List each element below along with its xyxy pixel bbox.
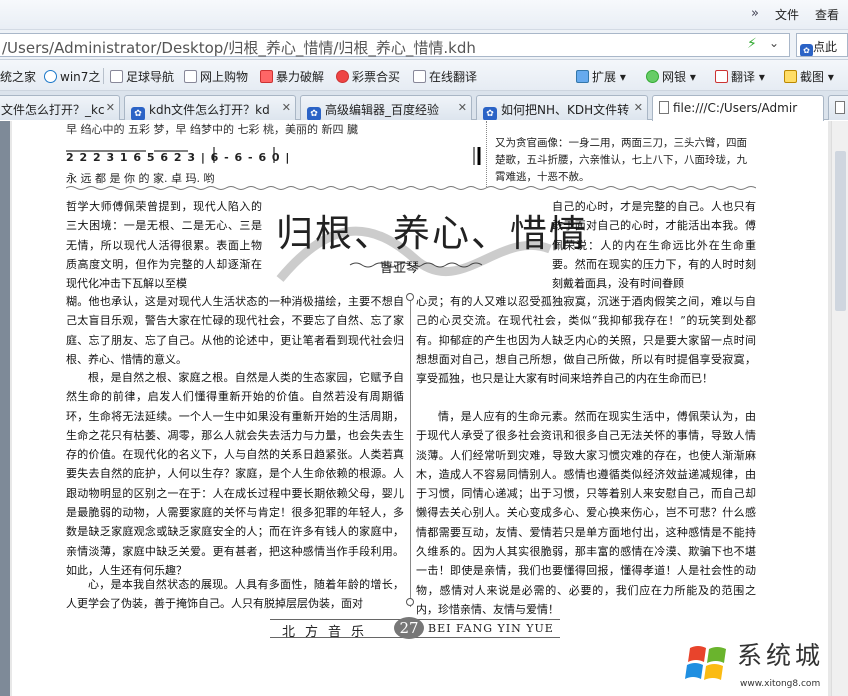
bookmark-label: 统之家 [0, 70, 37, 84]
baidu-paw-icon: ✿ [131, 107, 145, 120]
tab[interactable]: 文件怎么打开？_kc ✕ [0, 95, 120, 120]
toolbar-label: 截图 [800, 70, 825, 84]
tab[interactable]: ✿ kdh文件怎么打开？kd ✕ [124, 95, 296, 120]
title-menu-bar: » 文件 查看 [0, 0, 848, 30]
page-icon [413, 70, 426, 83]
article-left-paragraph: 根，是自然之根、家庭之根。自然是人类的生态家园，它赋予自然生命的前律，启发人们懂… [66, 371, 404, 577]
search-box[interactable]: ✿ 点此 [796, 33, 848, 57]
sidebar-quote: 又为贪官画像：一身二用，两面三刀，三头六臂，四面楚歌，五斗折腰，六亲惟认，七上八… [486, 121, 756, 187]
bank-button[interactable]: 网银 ▾ [646, 68, 696, 85]
scissors-icon [784, 70, 797, 83]
menu-view[interactable]: 查看 [815, 6, 839, 23]
article-right-top: 自己的心时，才是完整的自己。人也只有敢于面对自己的心时，才能活出本我。傅佩荣说：… [552, 200, 756, 291]
address-bar: /Users/Administrator/Desktop/归根_养心_惜情/归根… [0, 30, 848, 60]
score-lyrics: 永 远 都 是 你 的 家. 卓 玛. 哟 [66, 172, 215, 185]
bookmark-label: 彩票合买 [352, 70, 401, 84]
watermark-site: www.xitong8.com [740, 679, 821, 689]
browser-viewport: 早 绉心中的 五彩 梦，早 绉梦中的 七彩 桃，美丽的 新四 臓 2 2 2 3… [0, 121, 848, 696]
tab-label: file:///C:/Users/Admir [673, 101, 798, 115]
article-right-paragraph: 情，是人应有的生命元素。然而在现实生活中，傅佩荣认为，由于现代人承受了很多社会资… [416, 410, 756, 616]
menu-file[interactable]: 文件 [775, 6, 799, 23]
toolbar-label: 网银 [662, 70, 687, 84]
tab-strip: 文件怎么打开？_kc ✕ ✿ kdh文件怎么打开？kd ✕ ✿ 高级编辑器_百度经验 ✕ … [0, 91, 848, 121]
close-tab-icon[interactable]: ✕ [634, 101, 643, 114]
bookmark-item[interactable]: 彩票合买 [336, 68, 400, 85]
page-number: 27 [394, 617, 424, 639]
extensions-button[interactable]: 扩展 ▾ [576, 68, 626, 85]
page-footer: 北方音乐 27 BEI FANG YIN YUE [270, 617, 560, 643]
page-icon [659, 101, 669, 114]
bookmark-item[interactable]: 暴力破解 [260, 68, 324, 85]
page-icon [835, 101, 845, 114]
footer-magazine-pinyin: BEI FANG YIN YUE [428, 622, 554, 635]
baidu-paw-icon: ✿ [307, 107, 321, 120]
tab-label: 如何把NH、KDH文件转 [501, 103, 630, 117]
tab-label: kdh文件怎么打开？kd [149, 103, 270, 117]
translate-icon [715, 70, 728, 83]
bookmark-label: win7之 [60, 70, 101, 84]
score-notes: 2 2 2 3 1 6 5 6 2 3 | 6 - 6 - 6 0 | [66, 151, 291, 164]
vertical-scrollbar[interactable] [831, 121, 848, 696]
site-watermark: 系统城 www.xitong8.com [680, 632, 848, 696]
bookmark-item[interactable]: 在线翻译 [413, 68, 477, 85]
menu-overflow-chevron[interactable]: » [751, 6, 759, 21]
bookmark-label: 足球导航 [126, 70, 175, 84]
tab-active[interactable]: file:///C:/Users/Admir [652, 95, 824, 121]
close-tab-icon[interactable]: ✕ [458, 101, 467, 114]
ie-icon [44, 70, 57, 83]
bookmark-item[interactable]: win7之 [44, 68, 100, 85]
url-text: /Users/Administrator/Desktop/归根_养心_惜情/归根… [2, 39, 476, 57]
article-title: 归根、养心、惜情 [276, 212, 588, 255]
bookmark-item[interactable]: 网上购物 [184, 68, 248, 85]
tab-label: 文件怎么打开？_kc [1, 103, 105, 117]
article-left-top: 哲学大师傅佩荣曾提到，现代人陷入的三大困境：一是无根、二是无心、三是无情，所以现… [66, 200, 262, 291]
music-score: 早 绉心中的 五彩 梦，早 绉梦中的 七彩 桃，美丽的 新四 臓 2 2 2 3… [66, 121, 484, 187]
extensions-icon [576, 70, 589, 83]
watermark-text: 系统城 [737, 641, 825, 670]
screenshot-button[interactable]: 截图 ▾ [784, 68, 834, 85]
document-page: 早 绉心中的 五彩 梦，早 绉梦中的 七彩 桃，美丽的 新四 臓 2 2 2 3… [12, 121, 828, 696]
tab[interactable]: ✿ 如何把NH、KDH文件转 ✕ [476, 95, 648, 120]
article-left-main: 糊。他也承认，这是对现代人生活状态的一种消极描绘，主要不想自己太盲目乐观，警告大… [66, 295, 404, 366]
page-icon [110, 70, 123, 83]
wave-divider [66, 186, 756, 190]
translate-button[interactable]: 翻译 ▾ [715, 68, 765, 85]
column-divider [410, 295, 411, 607]
bookmark-separator [103, 68, 104, 84]
close-tab-icon[interactable]: ✕ [106, 101, 115, 114]
article-author: 曹亚琴 [380, 261, 420, 276]
divider-circle [406, 293, 414, 301]
close-tab-icon[interactable]: ✕ [282, 101, 291, 114]
bookmark-label: 暴力破解 [276, 70, 325, 84]
new-tab-button[interactable] [828, 95, 848, 120]
toolbar-label: 翻译 [731, 70, 756, 84]
page-left-edge [0, 121, 10, 696]
tab-label: 高级编辑器_百度经验 [325, 103, 440, 117]
scrollbar-thumb[interactable] [835, 151, 846, 311]
lottery-icon [336, 70, 349, 83]
bank-icon [646, 70, 659, 83]
baidu-paw-icon: ✿ [483, 107, 497, 120]
page-icon [184, 70, 197, 83]
speed-mode-icon[interactable]: ⚡ [747, 36, 757, 52]
bookmarks-bar: 统之家 win7之 足球导航 网上购物 暴力破解 彩票合买 在线翻译 扩展 ▾ … [0, 60, 848, 91]
search-placeholder: 点此 [813, 40, 838, 54]
article-left-paragraph: 心，是本我自然状态的展现。人具有多面性，随着年龄的增长，人更学会了伪装，善于掩饰… [66, 578, 404, 611]
bookmark-label: 在线翻译 [429, 70, 478, 84]
divider-circle [406, 598, 414, 606]
toolbar-label: 扩展 [592, 70, 617, 84]
bookmark-item[interactable]: 统之家 [0, 68, 36, 85]
score-cut-text: 早 绉心中的 五彩 梦，早 绉梦中的 七彩 桃，美丽的 新四 臓 [66, 123, 358, 136]
footer-magazine-name: 北方音乐 [282, 625, 375, 640]
url-input[interactable]: /Users/Administrator/Desktop/归根_养心_惜情/归根… [0, 33, 790, 57]
article-right-main: 心灵；有的人又难以忍受孤独寂寞，沉迷于酒肉假笑之间，难以与自己的心灵交流。在现代… [416, 295, 756, 386]
bookmark-label: 网上购物 [200, 70, 249, 84]
baidu-paw-icon: ✿ [800, 44, 813, 56]
bookmark-item[interactable]: 足球导航 [110, 68, 174, 85]
url-history-dropdown[interactable]: ⌄ [769, 36, 779, 50]
sidebar-quote-text: 又为贪官画像：一身二用，两面三刀，三头六臂，四面楚歌，五斗折腰，六亲惟认，七上八… [495, 137, 747, 183]
fire-icon [260, 70, 273, 83]
windows-logo-icon [685, 646, 726, 680]
tab[interactable]: ✿ 高级编辑器_百度经验 ✕ [300, 95, 472, 120]
